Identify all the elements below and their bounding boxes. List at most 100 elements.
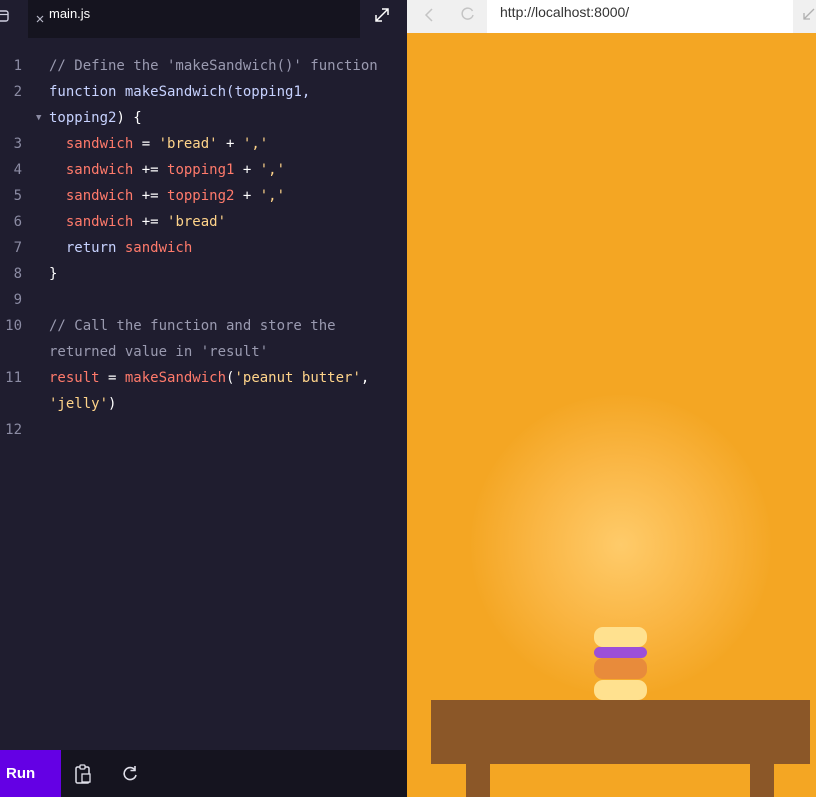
code-token: makeSandwich — [124, 84, 227, 100]
code-text: // Define the 'makeSandwich()' function — [49, 53, 378, 79]
pop-out-icon[interactable] — [802, 6, 816, 20]
code-token: ',' — [259, 162, 286, 178]
code-token: sandwich — [49, 162, 134, 178]
code-token: 'bread' — [167, 214, 227, 230]
code-text: function makeSandwich(topping1, — [49, 79, 310, 105]
line-number: 12 — [5, 422, 22, 438]
code-token: = — [99, 370, 125, 386]
code-token: += — [133, 162, 168, 178]
code-line[interactable]: 6 sandwich += 'bread' — [0, 209, 407, 235]
code-text: result = makeSandwich('peanut butter', — [49, 365, 369, 391]
code-line[interactable]: 4 sandwich += topping1 + ',' — [0, 157, 407, 183]
code-token: return — [49, 240, 125, 256]
code-token: topping1 — [167, 162, 235, 178]
code-text: sandwich += 'bread' — [49, 209, 226, 235]
code-line[interactable]: 8} — [0, 261, 407, 287]
code-line[interactable]: 10 // Call the function and store the — [0, 313, 407, 339]
line-number: 4 — [13, 162, 22, 178]
line-number: 10 — [5, 318, 22, 334]
code-token: ) — [108, 396, 117, 412]
code-token: topping2 — [49, 110, 117, 126]
line-number: 9 — [13, 292, 22, 308]
sandwich-jelly-layer — [594, 647, 647, 658]
code-token: result — [49, 370, 100, 386]
tab-main-js[interactable]: main.js — [28, 0, 360, 38]
line-number: 11 — [5, 370, 22, 386]
code-token: 'jelly' — [49, 396, 109, 412]
code-line[interactable]: 9 — [0, 287, 407, 313]
code-token: sandwich — [49, 188, 134, 204]
url-field[interactable]: http://localhost:8000/ — [487, 0, 793, 33]
line-number: 7 — [13, 240, 22, 256]
code-token: += — [133, 214, 168, 230]
sandwich-bread-top — [594, 627, 647, 647]
code-line[interactable]: ▼ topping2) { — [0, 105, 407, 131]
code-token: makeSandwich — [124, 370, 227, 386]
line-number: 1 — [13, 58, 22, 74]
code-text: sandwich = 'bread' + ',' — [49, 131, 268, 157]
code-line[interactable]: returned value in 'result' — [0, 339, 407, 365]
clipboard-icon[interactable] — [74, 764, 92, 784]
expand-icon[interactable] — [372, 5, 392, 25]
code-token: } — [49, 266, 58, 282]
code-line[interactable]: 5 sandwich += topping2 + ',' — [0, 183, 407, 209]
tab-label: main.js — [49, 6, 91, 21]
code-line[interactable]: 7 return sandwich — [0, 235, 407, 261]
table-leg-left — [466, 764, 490, 797]
files-icon[interactable] — [0, 8, 12, 24]
back-icon[interactable] — [423, 7, 437, 22]
code-token: + — [234, 188, 260, 204]
code-line[interactable]: 1 // Define the 'makeSandwich()' function — [0, 53, 407, 79]
code-token: sandwich — [49, 214, 134, 230]
code-token: ',' — [259, 188, 286, 204]
code-token: ',' — [242, 136, 269, 152]
code-token: ) { — [116, 110, 142, 126]
line-number: 6 — [13, 214, 22, 230]
code-token: sandwich — [49, 136, 134, 152]
table-leg-right — [750, 764, 774, 797]
line-number: 8 — [13, 266, 22, 282]
run-button[interactable]: Run — [0, 750, 61, 797]
code-text: } — [49, 261, 57, 287]
code-line[interactable]: 'jelly') — [0, 391, 407, 417]
code-token: = — [133, 136, 159, 152]
sandwich-bread-bottom — [594, 680, 647, 700]
browser-address-bar: http://localhost:8000/ — [407, 0, 816, 33]
refresh-icon[interactable] — [120, 764, 140, 784]
code-line[interactable]: 12 — [0, 417, 407, 443]
code-token: sandwich — [124, 240, 193, 256]
code-token: , — [360, 370, 370, 386]
code-text: topping2) { — [49, 105, 142, 131]
code-token: 'bread' — [158, 136, 218, 152]
code-token: (topping1, — [226, 84, 311, 100]
reload-icon[interactable] — [459, 5, 477, 23]
table-top — [431, 700, 810, 764]
code-token: topping2 — [167, 188, 235, 204]
code-line[interactable]: 11 result = makeSandwich('peanut butter', — [0, 365, 407, 391]
sandwich-peanut-butter-layer — [594, 658, 647, 679]
code-text: returned value in 'result' — [49, 339, 268, 365]
code-token: += — [133, 188, 168, 204]
url-text: http://localhost:8000/ — [500, 4, 630, 20]
code-token: // Call the function and store the — [49, 318, 336, 334]
code-line[interactable]: 3 sandwich = 'bread' + ',' — [0, 131, 407, 157]
code-token: + — [217, 136, 243, 152]
code-line[interactable]: 2 function makeSandwich(topping1, — [0, 79, 407, 105]
code-token: + — [234, 162, 260, 178]
close-icon[interactable] — [34, 10, 46, 23]
code-text: sandwich += topping1 + ',' — [49, 157, 285, 183]
code-editor-pane: main.js 1 // Define the 'makeSandwich()' … — [0, 0, 407, 797]
fold-arrow-icon[interactable]: ▼ — [36, 105, 41, 131]
code-token: 'peanut butter' — [234, 370, 361, 386]
code-token: function — [49, 84, 125, 100]
line-number: 3 — [13, 136, 22, 152]
browser-preview-pane: http://localhost:8000/ — [407, 0, 816, 797]
line-number: 5 — [13, 188, 22, 204]
line-number: 2 — [13, 84, 22, 100]
code-text: // Call the function and store the — [49, 313, 336, 339]
code-token: returned value in 'result' — [49, 344, 269, 360]
code-token: // Define the 'makeSandwich()' function — [49, 58, 378, 74]
code-text: return sandwich — [49, 235, 192, 261]
code-text: sandwich += topping2 + ',' — [49, 183, 285, 209]
editor-tab-bar: main.js — [0, 0, 407, 38]
